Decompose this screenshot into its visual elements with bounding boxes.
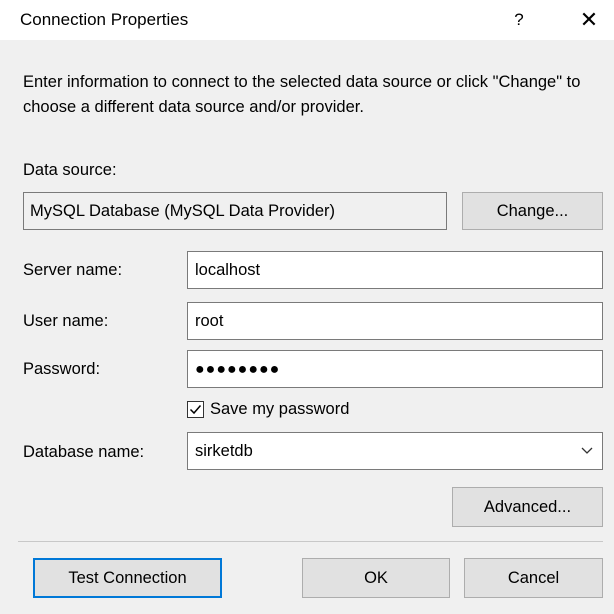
change-button[interactable]: Change... xyxy=(462,192,603,230)
checkmark-icon xyxy=(189,404,202,414)
test-connection-button[interactable]: Test Connection xyxy=(33,558,222,598)
chevron-down-icon[interactable] xyxy=(580,446,594,456)
advanced-button[interactable]: Advanced... xyxy=(452,487,603,527)
password-mask: ●●●●●●●● xyxy=(195,361,281,378)
save-password-checkbox[interactable] xyxy=(187,400,204,418)
window-title: Connection Properties xyxy=(20,10,189,29)
instructions-text: Enter information to connect to the sele… xyxy=(23,73,581,116)
data-source-label: Data source: xyxy=(23,161,117,179)
save-password-label: Save my password xyxy=(210,399,350,418)
divider xyxy=(18,541,603,542)
connection-properties-dialog: Connection Properties ? ✕ Enter informat… xyxy=(0,0,614,614)
save-password-row[interactable]: Save my password xyxy=(187,397,349,421)
database-name-label: Database name: xyxy=(23,443,145,461)
password-label: Password: xyxy=(23,360,101,378)
database-name-value: sirketdb xyxy=(195,442,253,460)
close-icon[interactable]: ✕ xyxy=(575,6,603,34)
ok-button[interactable]: OK xyxy=(302,558,450,598)
user-name-input[interactable]: root xyxy=(187,302,603,340)
help-icon[interactable]: ? xyxy=(505,6,533,34)
user-name-label: User name: xyxy=(23,312,109,330)
database-name-combo[interactable]: sirketdb xyxy=(187,432,603,470)
password-input[interactable]: ●●●●●●●● xyxy=(187,350,603,388)
cancel-button[interactable]: Cancel xyxy=(464,558,603,598)
title-bar: Connection Properties ? ✕ xyxy=(0,0,614,40)
server-name-input[interactable]: localhost xyxy=(187,251,603,289)
server-name-label: Server name: xyxy=(23,261,123,279)
data-source-field: MySQL Database (MySQL Data Provider) xyxy=(23,192,447,230)
